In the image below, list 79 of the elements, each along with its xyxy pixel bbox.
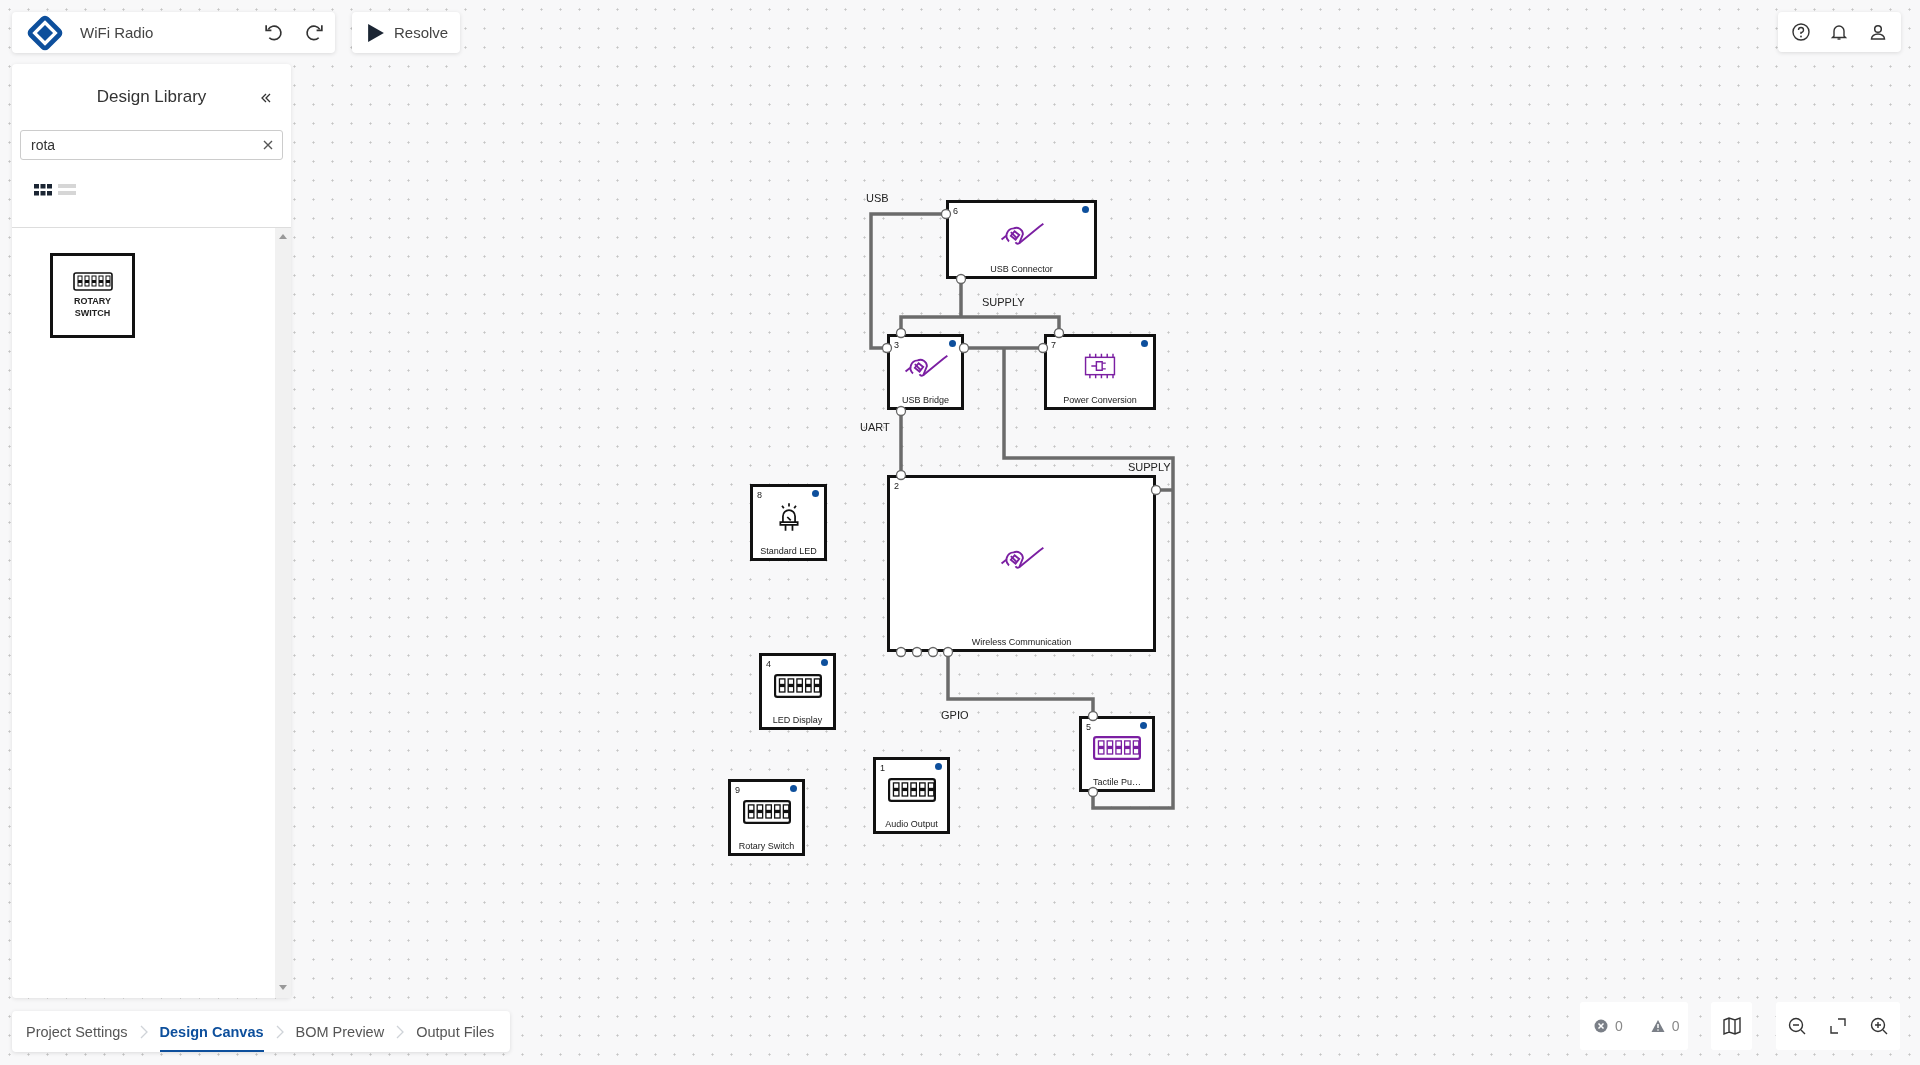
block-number: 2 xyxy=(894,481,899,491)
net-label: UART xyxy=(860,421,890,433)
project-name: WiFi Radio xyxy=(80,24,155,41)
net-label: SUPPLY xyxy=(982,296,1025,308)
zoom-in-icon[interactable] xyxy=(1869,1016,1890,1036)
grid-view-icon[interactable] xyxy=(34,184,52,196)
block-label: Rotary Switch xyxy=(738,841,795,853)
connection-port[interactable] xyxy=(895,405,907,417)
warning-icon xyxy=(1650,1019,1665,1033)
resolve-button[interactable]: Resolve xyxy=(352,12,460,53)
connection-port[interactable] xyxy=(942,646,954,658)
connection-port[interactable] xyxy=(1087,786,1099,798)
block-label: Audio Output xyxy=(885,819,938,831)
connection-port[interactable] xyxy=(1037,342,1049,354)
net-label: GPIO xyxy=(941,709,969,721)
redo-icon[interactable] xyxy=(304,22,325,43)
block-label: Power Conversion xyxy=(1063,395,1137,407)
warning-count: 0 xyxy=(1671,1018,1680,1034)
block-number: 4 xyxy=(766,659,771,669)
component-block[interactable]: 3 USB Bridge xyxy=(887,334,964,410)
block-label: LED Display xyxy=(772,715,823,727)
block-number: 7 xyxy=(1051,340,1056,350)
dip-switch-icon xyxy=(72,272,113,293)
logo-icon xyxy=(26,13,64,52)
library-item[interactable]: ROTARY SWITCH xyxy=(50,253,135,338)
component-block[interactable]: 4 LED Display xyxy=(759,653,836,730)
block-number: 8 xyxy=(757,490,762,500)
component-block[interactable]: 9 Rotary Switch xyxy=(728,779,805,856)
block-label: USB Bridge xyxy=(902,395,949,407)
connection-port[interactable] xyxy=(958,342,970,354)
error-count: 0 xyxy=(1615,1018,1623,1034)
net-label: USB xyxy=(866,192,889,204)
connection-port[interactable] xyxy=(1150,484,1162,496)
collapse-icon[interactable] xyxy=(259,91,273,105)
connection-port[interactable] xyxy=(895,469,907,481)
help-icon[interactable] xyxy=(1791,22,1812,42)
block-label: USB Connector xyxy=(990,264,1053,276)
block-number: 5 xyxy=(1086,722,1091,732)
chevron-icon xyxy=(396,1024,405,1039)
component-block[interactable]: 5 Tactile Pu… xyxy=(1079,716,1155,792)
step-tab[interactable]: Output Files xyxy=(416,1011,495,1052)
connection-port[interactable] xyxy=(1087,710,1099,722)
step-tab[interactable]: Project Settings xyxy=(26,1011,128,1052)
scrollbar[interactable] xyxy=(275,228,291,998)
component-block[interactable]: 1 Audio Output xyxy=(873,757,950,834)
connection-port[interactable] xyxy=(1053,327,1065,339)
chevron-icon xyxy=(275,1024,284,1039)
zoom-out-icon[interactable] xyxy=(1786,1016,1807,1036)
component-block[interactable]: 2 Wireless Communication xyxy=(887,475,1156,652)
block-number: 9 xyxy=(735,785,740,795)
chevron-icon xyxy=(139,1024,148,1039)
net-label: SUPPLY xyxy=(1128,461,1171,473)
component-block[interactable]: 8 Standard LED xyxy=(750,484,827,561)
map-icon xyxy=(1721,1016,1742,1036)
step-tab[interactable]: BOM Preview xyxy=(295,1011,385,1052)
undo-icon[interactable] xyxy=(263,22,284,43)
block-label: Tactile Pu… xyxy=(1093,777,1141,789)
block-label: Wireless Communication xyxy=(971,637,1072,649)
fit-icon[interactable] xyxy=(1828,1016,1848,1036)
play-icon xyxy=(368,23,384,42)
connection-port[interactable] xyxy=(895,646,907,658)
connection-port[interactable] xyxy=(940,208,952,220)
panel-title: Design Library xyxy=(96,87,207,107)
block-number: 6 xyxy=(953,206,958,216)
component-block[interactable]: 6 USB Connector xyxy=(946,200,1097,279)
block-number: 1 xyxy=(880,763,885,773)
connection-port[interactable] xyxy=(881,342,893,354)
step-tab[interactable]: Design Canvas xyxy=(159,1011,264,1052)
clear-icon[interactable] xyxy=(263,140,273,150)
connection-port[interactable] xyxy=(927,646,939,658)
block-label: Standard LED xyxy=(760,546,817,558)
component-block[interactable]: 7 Power Conversion xyxy=(1044,334,1156,410)
connection-port[interactable] xyxy=(895,327,907,339)
block-number: 3 xyxy=(894,340,899,350)
connection-port[interactable] xyxy=(955,273,967,285)
connection-port[interactable] xyxy=(911,646,923,658)
map-button[interactable] xyxy=(1711,1002,1752,1050)
search-field[interactable]: rota xyxy=(20,130,283,160)
error-icon xyxy=(1594,1019,1608,1033)
